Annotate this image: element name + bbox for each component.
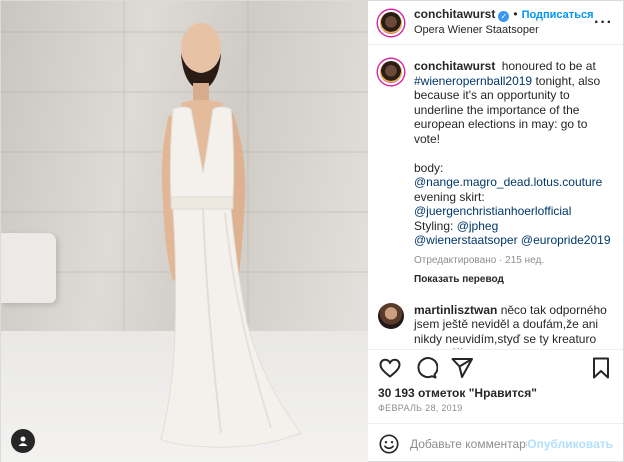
- publish-button[interactable]: Опубликовать: [527, 437, 613, 451]
- caption-text: honoured to be at: [501, 59, 596, 73]
- mention-link[interactable]: @jpheg: [457, 219, 499, 233]
- hashtag-link[interactable]: #wieneropernball2019: [414, 74, 532, 88]
- post-photo[interactable]: [1, 1, 368, 462]
- person-in-white-gown: [160, 23, 302, 448]
- action-bar: [368, 349, 623, 385]
- post-side-panel: conchitawurst ✓ • Подписаться Opera Wiener …: [368, 1, 623, 462]
- comment-item: martinlisztwan něco tak odporného jsem j…: [378, 302, 613, 350]
- mention-link[interactable]: @europride2019: [521, 233, 611, 247]
- mention-link[interactable]: @wienerstaatsoper: [414, 233, 518, 247]
- bookmark-icon[interactable]: [589, 356, 613, 380]
- comment-body: martinlisztwan něco tak odporného jsem j…: [414, 303, 613, 350]
- separator: •: [513, 7, 518, 21]
- instagram-post: conchitawurst ✓ • Подписаться Opera Wiener …: [0, 0, 624, 462]
- caption-body: conchitawurst honoured to be at #wienero…: [414, 59, 613, 288]
- author-username[interactable]: conchitawurst: [414, 7, 495, 21]
- sofa: [1, 233, 56, 303]
- emoji-icon[interactable]: [378, 433, 400, 455]
- follow-button[interactable]: Подписаться: [522, 9, 594, 21]
- author-avatar[interactable]: [378, 9, 404, 36]
- show-translation-button[interactable]: Показать перевод: [414, 273, 613, 288]
- caption-username[interactable]: conchitawurst: [414, 59, 495, 73]
- caption-text: evening skirt:: [414, 189, 485, 204]
- caption-meta: Отредактировано · 215 нед.: [414, 254, 545, 266]
- header-text: conchitawurst ✓ • Подписаться Opera Wiener …: [414, 7, 594, 38]
- location-link[interactable]: Opera Wiener Staatsoper: [414, 23, 594, 38]
- add-comment-bar: Добавьте комментарий... Опубликовать: [368, 423, 623, 462]
- post-date: ФЕВРАЛЬ 28, 2019: [378, 403, 463, 413]
- post-header: conchitawurst ✓ • Подписаться Opera Wiener …: [368, 1, 623, 45]
- caption: conchitawurst honoured to be at #wienero…: [378, 59, 613, 288]
- verified-badge-icon: ✓: [498, 11, 510, 22]
- more-options-icon[interactable]: ···: [594, 14, 613, 32]
- comment-input[interactable]: Добавьте комментарий...: [410, 437, 527, 451]
- commenter-username[interactable]: martinlisztwan: [414, 303, 497, 317]
- heart-icon[interactable]: [378, 356, 402, 380]
- commenter-avatar[interactable]: [378, 302, 404, 329]
- caption-text: Styling:: [414, 218, 454, 233]
- send-icon[interactable]: [450, 356, 474, 380]
- comments-section[interactable]: conchitawurst honoured to be at #wienero…: [368, 45, 623, 349]
- tagged-user-icon[interactable]: [11, 429, 35, 453]
- mention-link[interactable]: @juergenchristianhoerlofficial: [414, 204, 571, 218]
- caption-text: body:: [414, 160, 444, 175]
- caption-avatar[interactable]: [378, 59, 404, 85]
- comment-icon[interactable]: [414, 356, 438, 380]
- mention-link[interactable]: @nange.magro_dead.lotus.couture: [414, 175, 602, 189]
- likes-count[interactable]: 30 193 отметок "Нравится": [368, 385, 623, 401]
